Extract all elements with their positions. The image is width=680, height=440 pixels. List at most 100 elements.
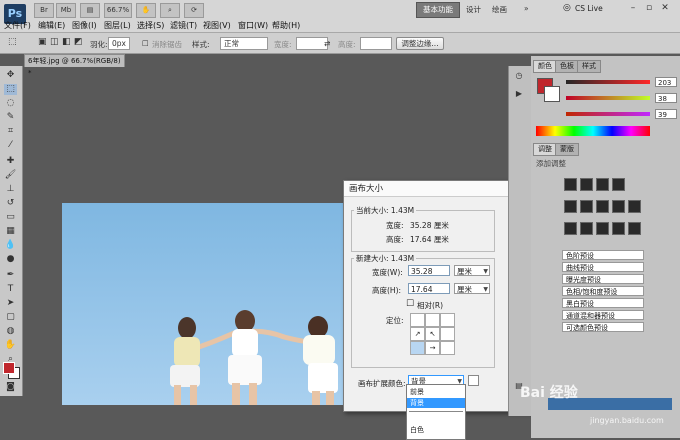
lasso-tool-icon[interactable]: ◌ <box>4 98 17 109</box>
style-select[interactable]: 正常 <box>220 37 268 50</box>
posterize-icon[interactable] <box>580 222 593 235</box>
hand-tool-icon[interactable]: ✋ <box>4 340 17 351</box>
cs-live-button[interactable]: CS Live <box>575 4 603 13</box>
workspace-design[interactable]: 设计 <box>466 4 481 15</box>
anchor-bottom-right[interactable] <box>440 341 455 355</box>
workspace-painting[interactable]: 绘画 <box>492 4 507 15</box>
minimize-icon[interactable]: – <box>626 2 640 14</box>
menu-edit[interactable]: 编辑(E) <box>38 20 65 31</box>
shape-tool-icon[interactable]: ▢ <box>4 312 17 323</box>
tab-styles[interactable]: 样式 <box>577 60 601 73</box>
swap-icon[interactable]: ⇄ <box>324 39 330 48</box>
photo-filter-icon[interactable] <box>628 200 641 213</box>
intersect-selection-icon[interactable]: ◩ <box>74 37 83 47</box>
dropdown-option-background[interactable]: 背景 <box>407 398 465 408</box>
preset-hue-sat[interactable]: 色相/饱和度预设 <box>562 286 644 296</box>
add-selection-icon[interactable]: ◫ <box>50 37 59 47</box>
anchor-top-left[interactable] <box>410 313 425 327</box>
ext-color-swatch[interactable] <box>468 375 479 386</box>
height-unit-select[interactable]: 厘米 ▼ <box>454 283 490 294</box>
zoom-level[interactable]: 66.7% <box>104 3 132 18</box>
preset-exposure[interactable]: 曝光度预设 <box>562 274 644 284</box>
blue-value[interactable]: 39 <box>655 109 677 119</box>
gradient-tool-icon[interactable]: ▦ <box>4 226 17 237</box>
curves-icon[interactable] <box>596 178 609 191</box>
green-slider[interactable] <box>566 96 650 100</box>
actions-icon[interactable]: ▶ <box>513 88 525 100</box>
preset-selective-color[interactable]: 可选颜色预设 <box>562 322 644 332</box>
close-icon[interactable]: ✕ <box>658 2 672 14</box>
quick-mask-icon[interactable]: ◙ <box>4 382 17 393</box>
document-tab[interactable]: 6年轻.jpg @ 66.7%(RGB/8) * <box>24 54 125 77</box>
height-input[interactable]: 17.64 <box>408 283 450 294</box>
healing-brush-tool-icon[interactable]: ✚ <box>4 156 17 167</box>
eyedropper-tool-icon[interactable]: ⁄ <box>4 140 17 151</box>
menu-file[interactable]: 文件(F) <box>4 20 31 31</box>
width-unit-select[interactable]: 厘米 ▼ <box>454 265 490 276</box>
crop-tool-icon[interactable]: ⌗ <box>4 126 17 137</box>
workspace-more-icon[interactable]: » <box>524 4 529 13</box>
zoom-icon[interactable]: ⌕ <box>160 3 180 18</box>
menu-view[interactable]: 视图(V) <box>203 20 231 31</box>
anchor-bottom-left[interactable] <box>410 341 425 355</box>
history-brush-tool-icon[interactable]: ↺ <box>4 198 17 209</box>
blur-tool-icon[interactable]: 💧 <box>4 240 17 251</box>
black-white-icon[interactable] <box>612 200 625 213</box>
anchor-center[interactable]: ↖ <box>425 327 440 341</box>
antialias-checkbox[interactable]: ☐ <box>142 39 149 48</box>
preset-curves[interactable]: 曲线预设 <box>562 262 644 272</box>
blue-slider[interactable] <box>566 112 650 116</box>
workspace-essentials[interactable]: 基本功能 <box>416 2 460 18</box>
exposure-icon[interactable] <box>612 178 625 191</box>
extras-button[interactable]: ▤ <box>80 3 100 18</box>
tab-masks[interactable]: 蒙版 <box>555 143 579 156</box>
bridge-button[interactable]: Br <box>34 3 54 18</box>
red-slider[interactable] <box>566 80 650 84</box>
hand-icon[interactable]: ✋ <box>136 3 156 18</box>
preset-black-white[interactable]: 黑白预设 <box>562 298 644 308</box>
marquee-tool-icon[interactable]: ⬚ <box>8 37 17 47</box>
3d-rotate-tool-icon[interactable]: ◍ <box>4 326 17 337</box>
color-spectrum[interactable] <box>536 126 650 136</box>
move-tool-icon[interactable]: ✥ <box>4 70 17 81</box>
menu-help[interactable]: 帮助(H) <box>272 20 300 31</box>
hue-sat-icon[interactable] <box>580 200 593 213</box>
color-balance-icon[interactable] <box>596 200 609 213</box>
vibrance-icon[interactable] <box>564 200 577 213</box>
preset-channel-mixer[interactable]: 通道混和器预设 <box>562 310 644 320</box>
menu-select[interactable]: 选择(S) <box>137 20 164 31</box>
width-input[interactable]: 35.28 <box>408 265 450 276</box>
tab-color[interactable]: 颜色 <box>533 60 557 73</box>
dropdown-option-foreground[interactable]: 前景 <box>407 387 465 397</box>
menu-image[interactable]: 图像(I) <box>72 20 97 31</box>
anchor-top-right[interactable] <box>440 313 455 327</box>
menu-filter[interactable]: 滤镜(T) <box>170 20 197 31</box>
subtract-selection-icon[interactable]: ◧ <box>62 37 71 47</box>
height-input[interactable] <box>360 37 392 50</box>
relative-checkbox[interactable]: ☐ <box>406 299 414 309</box>
red-value[interactable]: 203 <box>655 77 677 87</box>
quick-select-tool-icon[interactable]: ✎ <box>4 112 17 123</box>
dropdown-option-white[interactable]: 白色 <box>407 425 465 435</box>
anchor-left[interactable]: ↗ <box>410 327 425 341</box>
green-value[interactable]: 38 <box>655 93 677 103</box>
clone-stamp-tool-icon[interactable]: ⊥ <box>4 184 17 195</box>
threshold-icon[interactable] <box>596 222 609 235</box>
feather-input[interactable]: 0px <box>108 37 130 50</box>
dodge-tool-icon[interactable]: ● <box>4 254 17 265</box>
brightness-icon[interactable] <box>564 178 577 191</box>
restore-icon[interactable]: ▫ <box>642 2 656 14</box>
preset-levels[interactable]: 色阶预设 <box>562 250 644 260</box>
eraser-tool-icon[interactable]: ▭ <box>4 212 17 223</box>
pen-tool-icon[interactable]: ✒ <box>4 270 17 281</box>
menu-layer[interactable]: 图层(L) <box>104 20 131 31</box>
selective-color-icon[interactable] <box>628 222 641 235</box>
anchor-bottom[interactable]: → <box>425 341 440 355</box>
rect-marquee-tool-icon[interactable]: ⬚ <box>4 84 17 95</box>
anchor-top[interactable] <box>425 313 440 327</box>
refine-edge-button[interactable]: 调整边缘... <box>396 37 444 50</box>
levels-icon[interactable] <box>580 178 593 191</box>
brush-tool-icon[interactable]: 🖌 <box>4 170 17 181</box>
tab-swatches[interactable]: 色板 <box>555 60 579 73</box>
color-bg-swatch[interactable] <box>544 86 560 102</box>
